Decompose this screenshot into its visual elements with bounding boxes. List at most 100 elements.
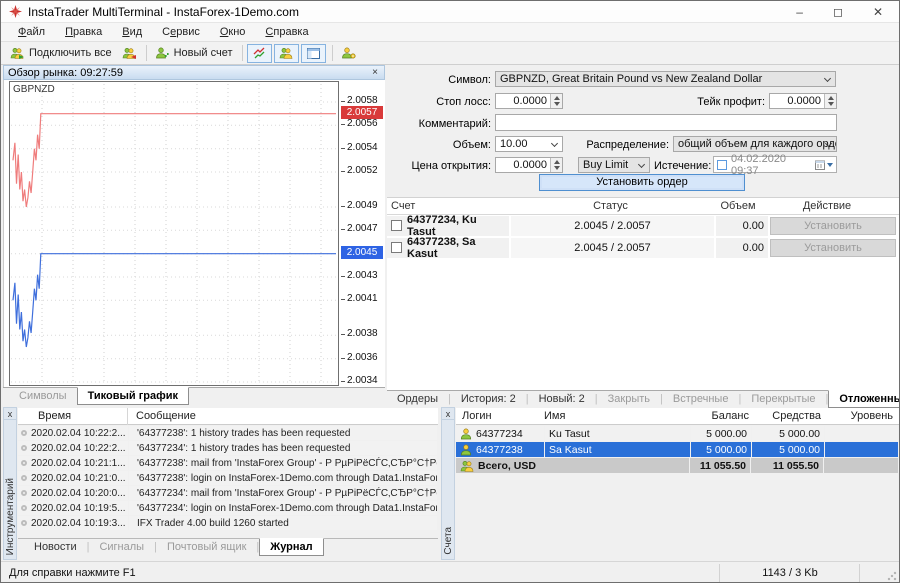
orders-col-2: Статус [509, 200, 712, 212]
tab-Новости[interactable]: Новости [24, 539, 87, 555]
accounts-panel-title: Счета [443, 527, 454, 555]
menu-item-Справка[interactable]: Справка [256, 24, 317, 40]
journal-row[interactable]: 2020.02.04 10:21:0... '64377238': login … [18, 471, 438, 486]
order-account: 64377238, Sa Kasut [407, 236, 505, 260]
order-account: 64377234, Ku Tasut [407, 214, 505, 238]
volume-combobox[interactable]: 10.00 [495, 136, 563, 152]
menu-item-Вид[interactable]: Вид [113, 24, 151, 40]
journal-row[interactable]: 2020.02.04 10:20:0... '64377234': mail f… [18, 486, 438, 501]
close-button[interactable]: ✕ [873, 5, 883, 19]
tick-dash [341, 101, 345, 102]
tab-Ордеры[interactable]: Ордеры [387, 391, 448, 407]
price-tick-label: 2.0034 [347, 375, 378, 386]
comment-field[interactable] [495, 114, 837, 131]
tick-chart[interactable]: GBPNZD [9, 81, 339, 386]
toolbox-close-icon[interactable]: x [4, 408, 16, 420]
user-settings-button[interactable] [337, 44, 362, 63]
window-title: InstaTrader MultiTerminal - InstaForex-1… [28, 5, 299, 19]
place-button-disabled[interactable]: Установить [770, 217, 896, 235]
menu-item-Файл[interactable]: Файл [9, 24, 54, 40]
accounts-col-equity: Средства [749, 410, 821, 422]
expiration-label: Истечение: [654, 160, 709, 172]
tab-Тиковый график[interactable]: Тиковый график [77, 387, 189, 405]
journal-bullet-icon [21, 430, 27, 436]
market-watch-header[interactable]: Обзор рынка: 09:27:59 × [3, 65, 385, 80]
price-tick-label: 2.0056 [347, 118, 378, 129]
order-type-combobox[interactable]: Buy Limit [578, 157, 650, 173]
accounts-toggle-button[interactable] [274, 44, 299, 63]
app-window: InstaTrader MultiTerminal - InstaForex-1… [0, 0, 900, 583]
accounts-col-name: Имя [544, 410, 689, 422]
account-row[interactable]: 64377234 Ku Tasut 5 000.00 5 000.00 [456, 426, 899, 442]
symbol-combobox[interactable]: GBPNZD, Great Britain Pound vs New Zeala… [495, 71, 836, 87]
place-order-button[interactable]: Установить ордер [539, 174, 745, 191]
tick-dash [341, 171, 345, 172]
account-login-cell: 64377238 [456, 442, 544, 457]
order-volume: 0.00 [716, 216, 768, 236]
order-row[interactable]: 64377238, Sa Kasut 2.0045 / 2.0057 0.00 … [387, 237, 899, 258]
menu-item-Сервис[interactable]: Сервис [153, 24, 209, 40]
menu-item-Правка[interactable]: Правка [56, 24, 111, 40]
price-tick-label: 2.0054 [347, 142, 378, 153]
spinner-arrows-icon[interactable] [550, 158, 562, 172]
journal-row[interactable]: 2020.02.04 10:21:1... '64377238': mail f… [18, 456, 438, 471]
order-row[interactable]: 64377234, Ku Tasut 2.0045 / 2.0057 0.00 … [387, 215, 899, 236]
market-watch-close-icon[interactable]: × [370, 67, 380, 78]
minimize-button[interactable]: – [796, 5, 803, 19]
users-connect-icon [10, 47, 25, 59]
resize-grip[interactable] [887, 571, 897, 581]
order-checkbox[interactable] [391, 242, 402, 253]
expiration-datepicker[interactable]: 04.02.2020 09:37 [713, 156, 837, 173]
menu-item-Окно[interactable]: Окно [211, 24, 255, 40]
new-account-button[interactable]: Новый счет [151, 45, 238, 61]
maximize-button[interactable]: ◻ [833, 5, 843, 19]
account-row[interactable]: 64377238 Sa Kasut 5 000.00 5 000.00 [456, 442, 899, 458]
tab-Сигналы[interactable]: Сигналы [89, 539, 154, 555]
spinner-arrows-icon[interactable] [550, 94, 562, 108]
journal-tabs: Новости|Сигналы|Почтовый ящик|Журнал [18, 538, 438, 555]
tab-Закрыть[interactable]: Закрыть [598, 391, 660, 407]
toolbar-separator [146, 45, 147, 61]
orders-col-1: Счет [387, 200, 509, 212]
tab-Встречные[interactable]: Встречные [663, 391, 739, 407]
tab-Отложенный[interactable]: Отложенный [828, 390, 900, 408]
order-account-cell: 64377238, Sa Kasut [387, 238, 509, 258]
spinner-arrows-icon[interactable] [824, 94, 836, 108]
price-tick-label: 2.0038 [347, 328, 378, 339]
connect-all-button[interactable]: Подключить все [5, 45, 117, 61]
order-status: 2.0045 / 2.0057 [511, 216, 714, 236]
open-price-stepper[interactable]: 0.0000 [495, 157, 563, 173]
account-equity: 5 000.00 [752, 426, 824, 441]
journal-time-cell: 2020.02.04 10:22:2... [18, 441, 128, 455]
distribution-combobox[interactable]: общий объем для каждого ордера [673, 136, 837, 152]
calendar-icon[interactable] [815, 160, 825, 170]
stop-loss-stepper[interactable]: 0.0000 [495, 93, 563, 109]
menu-bar: ФайлПравкаВидСервисОкноСправка [1, 23, 899, 42]
journal-row[interactable]: 2020.02.04 10:19:5... '64377234': login … [18, 501, 438, 516]
volume-value: 10.00 [500, 138, 528, 150]
disconnect-all-button[interactable] [117, 45, 142, 61]
journal-row[interactable]: 2020.02.04 10:19:3... IFX Trader 4.00 bu… [18, 516, 438, 531]
ask-line [13, 114, 336, 207]
tab-Символы[interactable]: Символы [9, 388, 77, 404]
expiration-checkbox[interactable] [717, 160, 727, 170]
total-label-cell: Всего, USD [456, 458, 689, 473]
tab-Новый: 2[interactable]: Новый: 2 [529, 391, 595, 407]
tab-История: 2[interactable]: История: 2 [451, 391, 526, 407]
accounts-close-icon[interactable]: x [442, 408, 454, 420]
account-name: Ku Tasut [545, 426, 690, 441]
order-checkbox[interactable] [391, 220, 402, 231]
journal-header: Время Сообщение [18, 408, 438, 425]
journal-row[interactable]: 2020.02.04 10:22:2... '64377238': 1 hist… [18, 426, 438, 441]
tab-Почтовый ящик[interactable]: Почтовый ящик [157, 539, 256, 555]
tab-Перекрытые[interactable]: Перекрытые [741, 391, 825, 407]
symbols-toggle-button[interactable] [247, 44, 272, 63]
toolbar-separator [242, 45, 243, 61]
take-profit-stepper[interactable]: 0.0000 [769, 93, 837, 109]
tab-Журнал[interactable]: Журнал [259, 538, 323, 556]
chevron-down-icon [638, 161, 645, 168]
place-button-disabled[interactable]: Установить [770, 239, 896, 257]
title-bar: InstaTrader MultiTerminal - InstaForex-1… [1, 1, 899, 23]
layout-toggle-button[interactable] [301, 44, 326, 63]
journal-row[interactable]: 2020.02.04 10:22:2... '64377234': 1 hist… [18, 441, 438, 456]
